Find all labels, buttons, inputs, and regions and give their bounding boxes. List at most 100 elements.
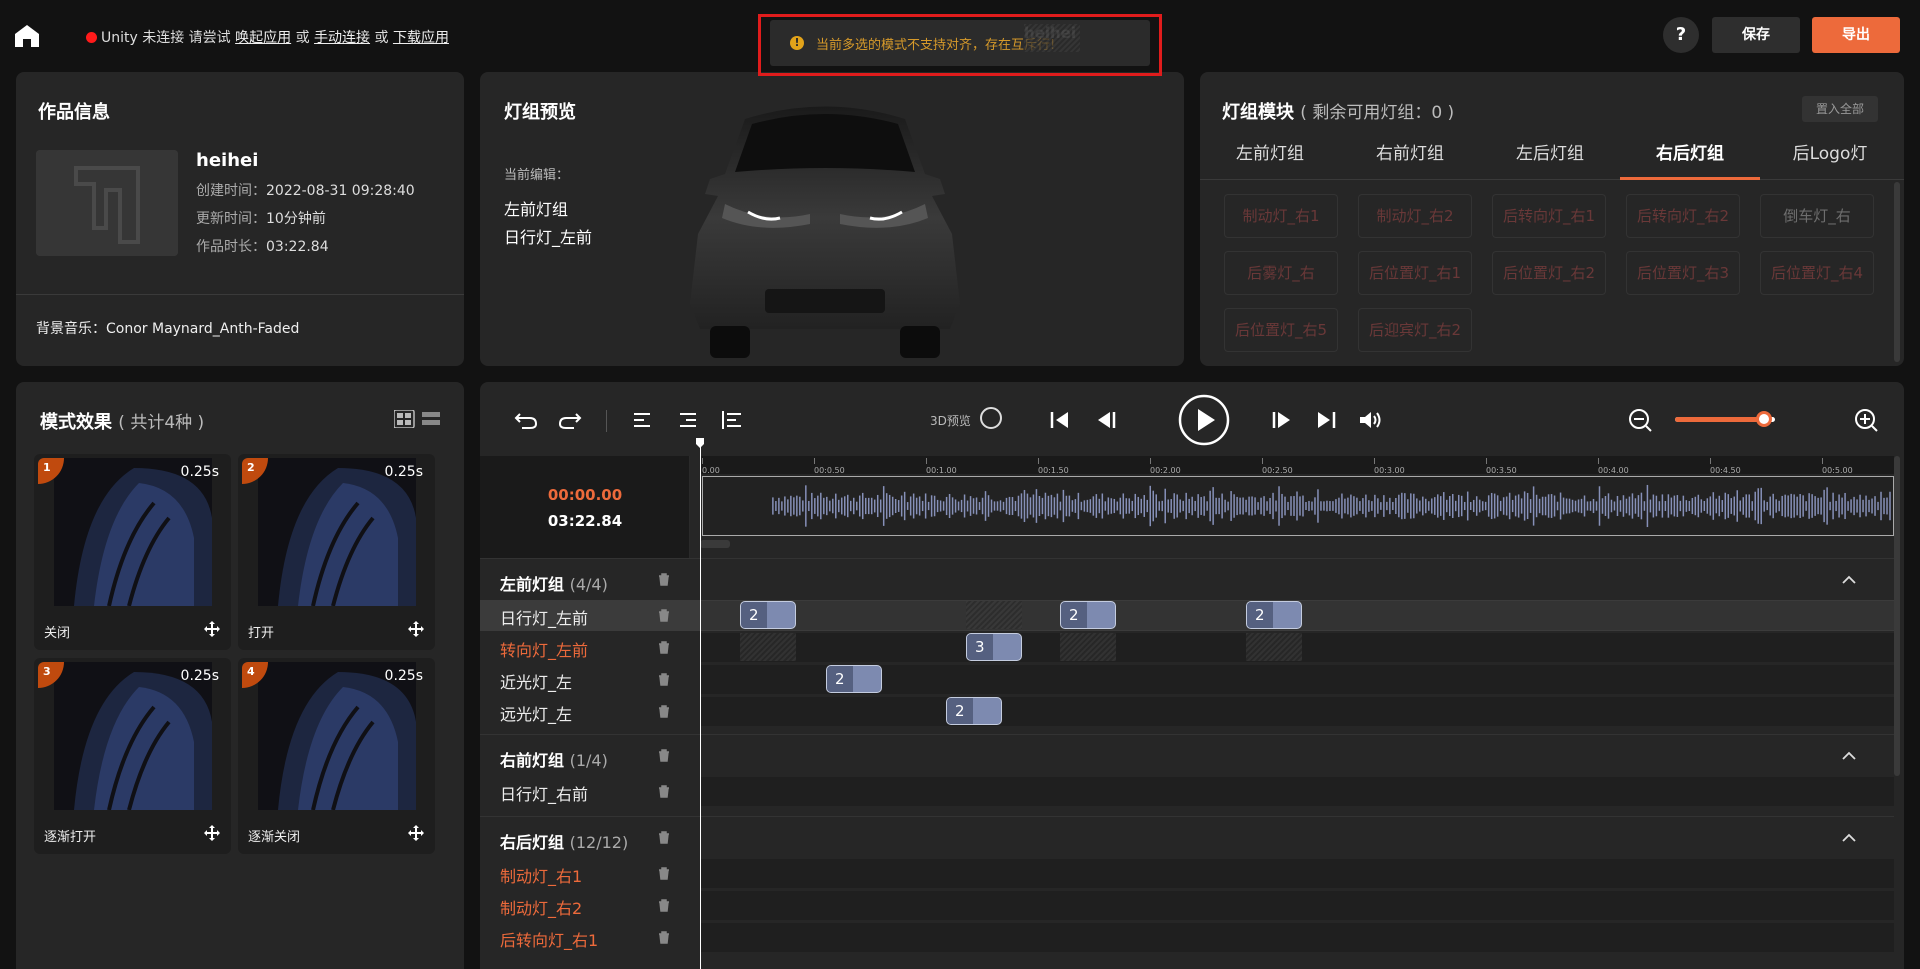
effect-card[interactable]: 3 0.25s 逐渐打开 [34, 658, 231, 854]
collapse-icon[interactable] [1842, 751, 1856, 761]
help-button[interactable]: ? [1663, 17, 1699, 53]
align-right-icon[interactable] [674, 406, 702, 434]
modules-scrollbar[interactable] [1894, 182, 1900, 362]
chip-reverse-r[interactable]: 倒车灯_右 [1760, 194, 1874, 238]
chip-brake-r1[interactable]: 制动灯_右1 [1224, 194, 1338, 238]
effect-card[interactable]: 2 0.25s 打开 [238, 454, 435, 650]
chip-rear-pos-r2[interactable]: 后位置灯_右2 [1492, 251, 1606, 295]
trash-icon[interactable] [658, 931, 670, 944]
tab-right-front[interactable]: 右前灯组 [1340, 136, 1480, 180]
save-button[interactable]: 保存 [1712, 17, 1800, 53]
ruler-tick: 00:5.00 [1822, 458, 1853, 475]
group-header[interactable]: 左前灯组 (4/4) [480, 558, 1894, 600]
group-header[interactable]: 右后灯组 (12/12) [480, 816, 1894, 858]
track-lane[interactable] [700, 923, 1894, 952]
effect-clip[interactable]: 2 [1060, 601, 1116, 629]
track-row[interactable]: 远光灯_左 2 [480, 696, 1894, 727]
track-row[interactable]: 制动灯_右2 [480, 890, 1894, 921]
chip-brake-r2[interactable]: 制动灯_右2 [1358, 194, 1472, 238]
track-row[interactable]: 转向灯_左前 3 [480, 632, 1894, 663]
time-ruler[interactable]: 0.00 00:0.50 00:1.00 00:1.50 00:2.00 00:… [700, 456, 1894, 475]
timeline-hscroll[interactable] [700, 540, 730, 548]
track-lane[interactable] [700, 777, 1894, 806]
chip-rear-welcome-r2[interactable]: 后迎宾灯_右2 [1358, 308, 1472, 352]
align-left-icon[interactable] [628, 406, 656, 434]
effect-clip[interactable]: 2 [740, 601, 796, 629]
set-all-button[interactable]: 置入全部 [1802, 96, 1878, 122]
drag-move-icon[interactable] [203, 620, 221, 638]
zoom-out-icon[interactable] [1626, 406, 1654, 434]
home-icon[interactable] [14, 24, 40, 48]
skip-to-start-icon[interactable] [1046, 406, 1074, 434]
collapse-icon[interactable] [1842, 833, 1856, 843]
effect-clip[interactable]: 2 [826, 665, 882, 693]
volume-icon[interactable] [1356, 406, 1384, 434]
effect-duration: 0.25s [384, 464, 423, 480]
trash-icon[interactable] [658, 673, 670, 686]
timeline-vscroll[interactable] [1894, 456, 1900, 776]
effect-card[interactable]: 4 0.25s 逐渐关闭 [238, 658, 435, 854]
track-row[interactable]: 制动灯_右1 [480, 858, 1894, 889]
chip-rear-pos-r5[interactable]: 后位置灯_右5 [1224, 308, 1338, 352]
collapse-icon[interactable] [1842, 575, 1856, 585]
wake-app-link[interactable]: 唤起应用 [235, 30, 291, 46]
track-lane[interactable] [700, 891, 1894, 920]
effect-card[interactable]: 1 0.25s 关闭 [34, 454, 231, 650]
zoom-in-icon[interactable] [1852, 406, 1880, 434]
effect-clip[interactable]: 3 [966, 633, 1022, 661]
tab-right-rear[interactable]: 右后灯组 [1620, 136, 1760, 180]
chip-rear-pos-r1[interactable]: 后位置灯_右1 [1358, 251, 1472, 295]
drag-move-icon[interactable] [407, 620, 425, 638]
tab-rear-logo[interactable]: 后Logo灯 [1760, 136, 1900, 180]
effect-clip[interactable]: 2 [1246, 601, 1302, 629]
work-thumbnail [36, 150, 178, 256]
trash-icon[interactable] [658, 573, 670, 586]
undo-icon[interactable] [512, 406, 540, 434]
track-row[interactable]: 日行灯_右前 [480, 776, 1894, 807]
track-row[interactable]: 后转向灯_右1 [480, 922, 1894, 953]
preview-3d-toggle[interactable] [980, 407, 1002, 429]
track-label: 日行灯_左前 [500, 609, 589, 628]
trash-icon[interactable] [658, 899, 670, 912]
view-toggle-icons[interactable] [394, 410, 454, 428]
align-start-icon[interactable] [718, 406, 746, 434]
track-row[interactable]: 近光灯_左 2 [480, 664, 1894, 695]
chip-rear-fog-r[interactable]: 后雾灯_右 [1224, 251, 1338, 295]
playhead-handle[interactable] [696, 438, 704, 448]
trash-icon[interactable] [658, 749, 670, 762]
track-lane[interactable] [700, 859, 1894, 888]
trash-icon[interactable] [658, 641, 670, 654]
chip-rear-pos-r4[interactable]: 后位置灯_右4 [1760, 251, 1874, 295]
step-back-icon[interactable] [1092, 406, 1120, 434]
audio-waveform[interactable] [702, 476, 1894, 536]
zoom-slider-handle[interactable] [1756, 411, 1772, 427]
tab-left-rear[interactable]: 左后灯组 [1480, 136, 1620, 180]
track-lane[interactable]: 2 [700, 697, 1894, 726]
trash-icon[interactable] [658, 705, 670, 718]
trash-icon[interactable] [658, 785, 670, 798]
step-forward-icon[interactable] [1268, 406, 1296, 434]
effect-clip[interactable]: 2 [946, 697, 1002, 725]
track-lane[interactable]: 3 [700, 633, 1894, 662]
drag-move-icon[interactable] [203, 824, 221, 842]
play-icon[interactable] [1178, 394, 1230, 446]
skip-to-end-icon[interactable] [1312, 406, 1340, 434]
track-lane[interactable]: 2 2 2 [700, 601, 1894, 630]
chip-rear-turn-r1[interactable]: 后转向灯_右1 [1492, 194, 1606, 238]
redo-icon[interactable] [556, 406, 584, 434]
tab-left-front[interactable]: 左前灯组 [1200, 136, 1340, 180]
group-header[interactable]: 右前灯组 (1/4) [480, 734, 1894, 776]
track-lane[interactable]: 2 [700, 665, 1894, 694]
chip-rear-turn-r2[interactable]: 后转向灯_右2 [1626, 194, 1740, 238]
trash-icon[interactable] [658, 609, 670, 622]
playhead[interactable] [700, 438, 701, 969]
preview-3d-label: 3D预览 [930, 414, 971, 428]
trash-icon[interactable] [658, 867, 670, 880]
manual-connect-link[interactable]: 手动连接 [314, 30, 370, 46]
chip-rear-pos-r3[interactable]: 后位置灯_右3 [1626, 251, 1740, 295]
trash-icon[interactable] [658, 831, 670, 844]
export-button[interactable]: 导出 [1812, 17, 1900, 53]
download-app-link[interactable]: 下载应用 [393, 30, 449, 46]
drag-move-icon[interactable] [407, 824, 425, 842]
track-row[interactable]: 日行灯_左前 2 2 2 [480, 600, 1894, 631]
